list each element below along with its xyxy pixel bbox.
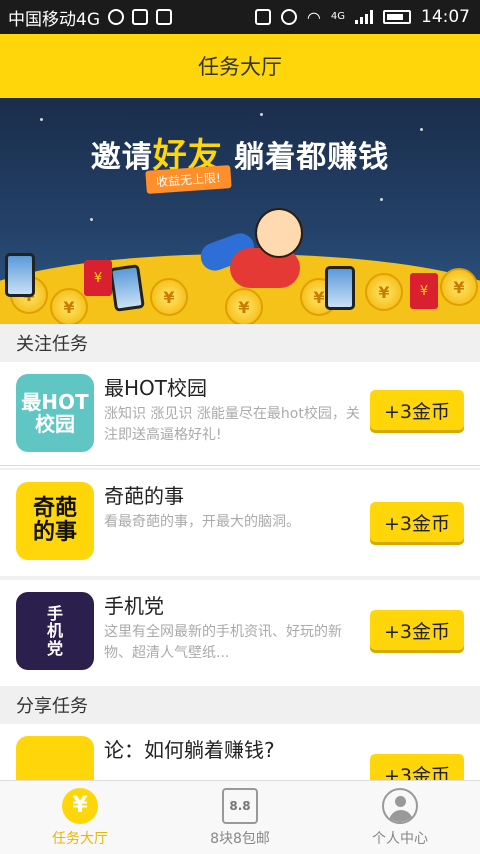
red-envelope-icon: ¥ [84,260,112,296]
tab-8-8-free-shipping[interactable]: 8.8 8块8包邮 [160,781,320,854]
image-notification-icon [132,9,148,25]
chat-notification-icon [108,9,124,25]
tab-task-hall[interactable]: ¥ 任务大厅 [0,781,160,854]
coin-icon: ¥ [50,288,88,324]
task-item[interactable]: 论：如何躺着赚钱? +3金币 [0,724,480,780]
battery-icon [383,10,411,24]
star-decoration [90,218,93,221]
title-bar: 任务大厅 [0,34,480,98]
headline-text: 邀请 [90,140,153,175]
invite-banner[interactable]: 邀请好友 躺着都赚钱 收益无上限! ¥ ¥ ¥ ¥ ¥ ¥ ¥ ¥ ¥ [0,98,480,324]
star-decoration [40,118,43,121]
task-thumbnail: 奇葩 的事 [16,482,94,560]
section-header-follow: 关注任务 [0,324,480,362]
status-bar: 中国移动4G ◠ 4G 14:07 [0,0,480,34]
banner-headline: 邀请好友 躺着都赚钱 [0,128,480,177]
task-title: 最HOT校园 [104,376,207,400]
coin-icon: ¥ [150,278,188,316]
reward-button[interactable]: +3金币 [370,390,464,430]
reward-button[interactable]: +3金币 [370,754,464,780]
wifi-icon: ◠ [306,7,321,27]
vibrate-icon [254,9,271,25]
tab-personal-center[interactable]: 个人中心 [320,781,480,854]
task-description: 这里有全网最新的手机资讯、好玩的新物、超清人气壁纸... [104,624,342,661]
task-title: 论：如何躺着赚钱? [104,738,275,762]
android-notification-icon [156,9,172,25]
cart-icon: 8.8 [222,787,258,824]
alarm-icon [280,9,297,25]
page-title: 任务大厅 [198,55,282,79]
task-thumbnail: 手 机 党 [16,592,94,670]
section-header-share: 分享任务 [0,686,480,724]
reward-button[interactable]: +3金币 [370,610,464,650]
user-icon [382,787,418,824]
lying-character-illustration [196,208,310,298]
reward-button[interactable]: +3金币 [370,502,464,542]
task-title: 手机党 [104,594,164,618]
yen-icon: ¥ [62,787,98,824]
star-decoration [380,198,383,201]
coin-icon: ¥ [440,268,478,306]
task-description: 看最奇葩的事，开最大的脑洞。 [104,514,300,530]
task-title: 奇葩的事 [104,484,184,508]
banner-badge: 收益无上限! [145,165,232,194]
task-thumbnail: 最HOT 校园 [16,374,94,452]
bottom-tab-bar: ¥ 任务大厅 8.8 8块8包邮 个人中心 [0,780,480,854]
tab-label: 个人中心 [372,830,428,847]
tablet-icon [5,253,35,297]
carrier-label: 中国移动4G [8,9,100,30]
tab-label: 任务大厅 [52,830,108,847]
headline-text: 躺着都赚钱 [222,140,390,175]
red-envelope-icon: ¥ [410,273,438,309]
task-item[interactable]: 奇葩 的事 奇葩的事 看最奇葩的事，开最大的脑洞。 +3金币 [0,470,480,576]
task-description: 涨知识 涨见识 涨能量尽在最hot校园，关注即送高逼格好礼! [104,406,360,443]
star-decoration [260,113,263,116]
tablet-icon [109,264,145,312]
task-item[interactable]: 最HOT 校园 最HOT校园 涨知识 涨见识 涨能量尽在最hot校园，关注即送高… [0,362,480,468]
divider [0,465,480,466]
clock: 14:07 [421,7,470,27]
tablet-icon [325,266,355,310]
coin-icon: ¥ [365,273,403,311]
network-type: 4G [330,11,345,22]
signal-icon [355,10,373,24]
tab-label: 8块8包邮 [210,830,270,847]
task-thumbnail [16,736,94,780]
task-item[interactable]: 手 机 党 手机党 这里有全网最新的手机资讯、好玩的新物、超清人气壁纸... +… [0,580,480,686]
